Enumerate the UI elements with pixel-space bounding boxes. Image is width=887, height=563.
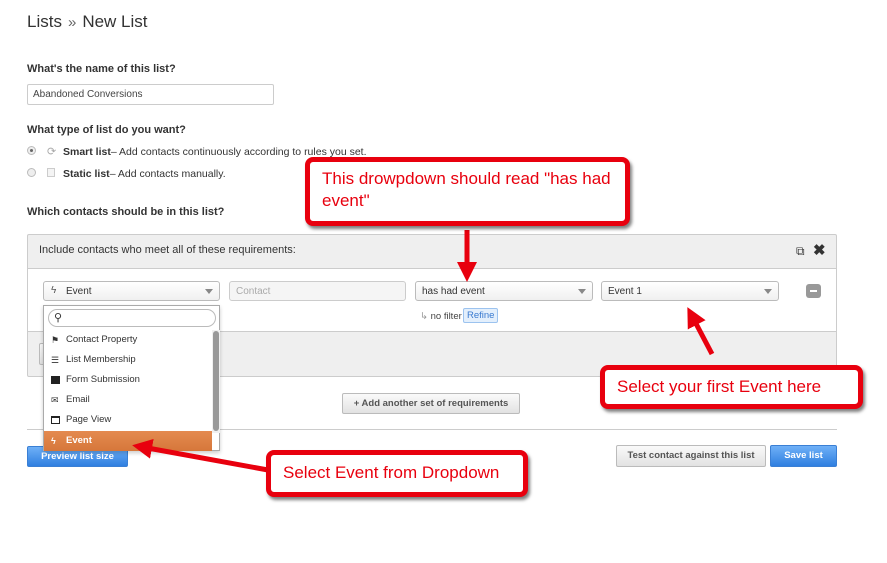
annotation-event: Select your first Event here: [600, 365, 863, 409]
arrow-to-event-item: [132, 438, 269, 473]
annotation-dropdown: Select Event from Dropdown: [266, 450, 528, 497]
annotation-operator: This drowpdown should read "has had even…: [305, 157, 630, 226]
arrow-to-event-select: [687, 307, 715, 356]
